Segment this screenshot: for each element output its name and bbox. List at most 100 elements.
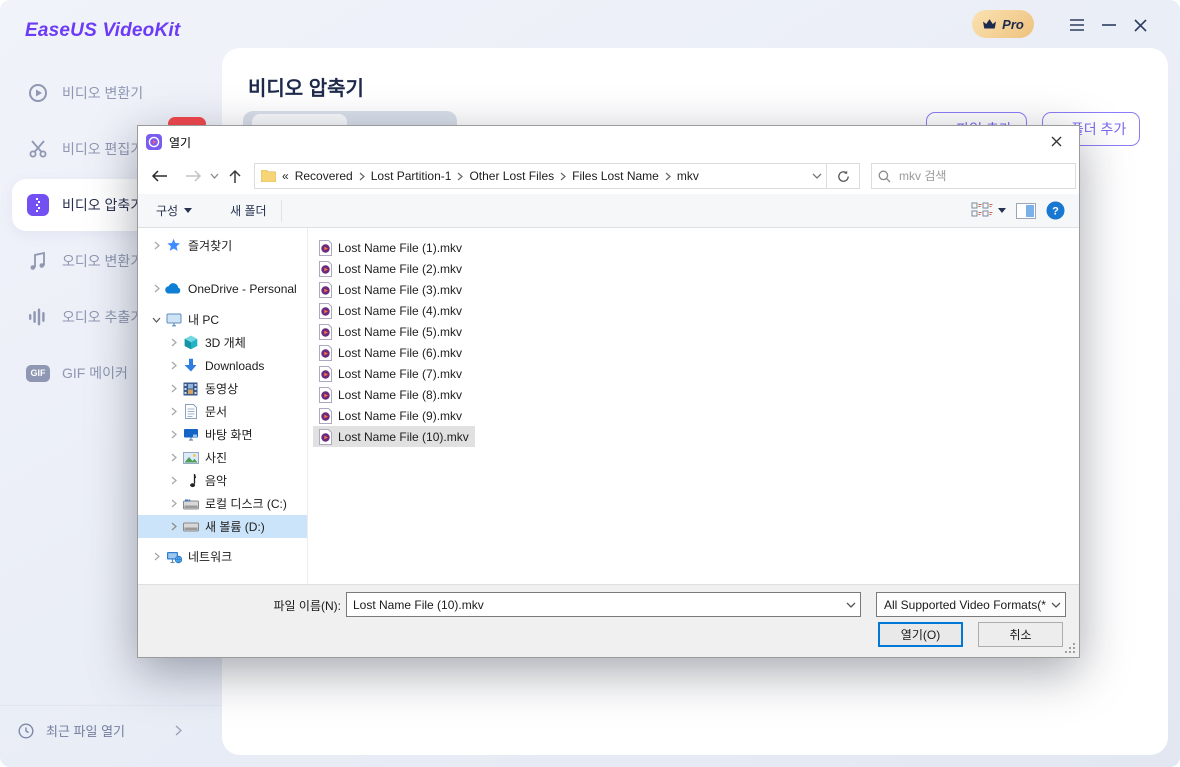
breadcrumb[interactable]: « Recovered Lost Partition-1 Other Lost … bbox=[254, 163, 827, 189]
expand-icon[interactable] bbox=[165, 476, 182, 485]
svg-text:?: ? bbox=[1052, 206, 1059, 218]
toolbar-divider bbox=[281, 200, 282, 222]
breadcrumb-item[interactable]: Recovered bbox=[295, 169, 353, 183]
mkv-file-icon bbox=[319, 282, 332, 298]
organize-label: 구성 bbox=[156, 202, 178, 219]
disk-icon bbox=[182, 519, 199, 535]
breadcrumb-prefix[interactable]: « bbox=[282, 169, 289, 183]
search-box[interactable] bbox=[871, 163, 1076, 189]
picture-icon bbox=[182, 450, 199, 466]
file-item[interactable]: Lost Name File (4).mkv bbox=[313, 300, 468, 321]
recent-locations-icon[interactable] bbox=[206, 163, 222, 189]
tree-item-local-disk-c[interactable]: 로컬 디스크 (C:) bbox=[138, 492, 307, 515]
preview-pane-icon[interactable] bbox=[1016, 203, 1036, 219]
tree-item-quick-access[interactable]: 즐겨찾기 bbox=[138, 234, 307, 257]
expand-icon[interactable] bbox=[165, 453, 182, 462]
close-icon[interactable] bbox=[1129, 14, 1151, 36]
expand-icon[interactable] bbox=[165, 407, 182, 416]
chevron-down-icon[interactable] bbox=[842, 602, 860, 608]
expand-icon[interactable] bbox=[165, 361, 182, 370]
tree-item-documents[interactable]: 문서 bbox=[138, 400, 307, 423]
breadcrumb-item[interactable]: Lost Partition-1 bbox=[371, 169, 452, 183]
folder-tree: 즐겨찾기 OneDrive - Personal 내 PC 3D 개체 bbox=[138, 228, 308, 584]
expand-icon[interactable] bbox=[165, 522, 182, 531]
filename-input[interactable] bbox=[347, 598, 842, 612]
expand-icon[interactable] bbox=[165, 338, 182, 347]
search-input[interactable] bbox=[899, 169, 1069, 183]
tree-item-downloads[interactable]: Downloads bbox=[138, 354, 307, 377]
file-item[interactable]: Lost Name File (7).mkv bbox=[313, 363, 468, 384]
minimize-icon[interactable] bbox=[1098, 14, 1120, 36]
file-item[interactable]: Lost Name File (9).mkv bbox=[313, 405, 468, 426]
crown-icon bbox=[982, 18, 997, 30]
refresh-icon[interactable] bbox=[827, 163, 860, 189]
tree-item-videos[interactable]: 동영상 bbox=[138, 377, 307, 400]
cancel-button[interactable]: 취소 bbox=[978, 622, 1063, 647]
tree-item-music[interactable]: 음악 bbox=[138, 469, 307, 492]
file-item[interactable]: Lost Name File (1).mkv bbox=[313, 237, 468, 258]
download-icon bbox=[182, 358, 199, 374]
file-item[interactable]: Lost Name File (3).mkv bbox=[313, 279, 468, 300]
new-folder-button[interactable]: 새 폴더 bbox=[220, 194, 276, 227]
mkv-file-icon bbox=[319, 261, 332, 277]
sidebar-item-label: 비디오 압축기 bbox=[62, 195, 143, 215]
tree-item-pictures[interactable]: 사진 bbox=[138, 446, 307, 469]
view-mode-icon[interactable] bbox=[971, 202, 1006, 220]
collapse-icon[interactable] bbox=[148, 317, 165, 323]
tree-item-desktop[interactable]: 바탕 화면 bbox=[138, 423, 307, 446]
breadcrumb-item[interactable]: Other Lost Files bbox=[469, 169, 554, 183]
pc-icon bbox=[165, 312, 182, 328]
breadcrumb-item[interactable]: Files Lost Name bbox=[572, 169, 659, 183]
forward-icon[interactable] bbox=[180, 163, 206, 189]
mkv-file-icon bbox=[319, 366, 332, 382]
chevron-down-icon bbox=[1051, 602, 1061, 608]
scissors-icon bbox=[26, 137, 50, 161]
breadcrumb-item[interactable]: mkv bbox=[677, 169, 699, 183]
expand-icon[interactable] bbox=[148, 241, 165, 250]
tree-item-this-pc[interactable]: 내 PC bbox=[138, 308, 307, 331]
sidebar-item-label: 비디오 변환기 bbox=[62, 83, 143, 103]
expand-icon[interactable] bbox=[165, 384, 182, 393]
filetype-select[interactable]: All Supported Video Formats(* bbox=[876, 592, 1066, 617]
pro-button[interactable]: Pro bbox=[972, 10, 1034, 38]
menu-icon[interactable] bbox=[1066, 14, 1088, 36]
sound-wave-icon bbox=[26, 305, 50, 329]
open-button[interactable]: 열기(O) bbox=[878, 622, 963, 647]
recent-files-button[interactable]: 최근 파일 열기 bbox=[0, 705, 222, 755]
breadcrumb-separator-icon bbox=[457, 172, 463, 181]
sidebar-item-label: 비디오 편집기 bbox=[62, 139, 143, 159]
breadcrumb-dropdown-icon[interactable] bbox=[812, 173, 822, 179]
cloud-icon bbox=[165, 281, 182, 297]
network-icon bbox=[165, 549, 182, 565]
up-icon[interactable] bbox=[222, 163, 248, 189]
expand-icon[interactable] bbox=[165, 499, 182, 508]
dialog-titlebar[interactable]: 열기 bbox=[138, 126, 1079, 158]
expand-icon[interactable] bbox=[148, 284, 165, 293]
back-icon[interactable] bbox=[146, 163, 172, 189]
pro-label: Pro bbox=[1002, 17, 1024, 32]
expand-icon[interactable] bbox=[165, 430, 182, 439]
resize-grip[interactable] bbox=[1065, 643, 1076, 654]
gif-badge-text: GIF bbox=[26, 365, 50, 382]
help-icon[interactable]: ? bbox=[1046, 201, 1065, 220]
organize-button[interactable]: 구성 bbox=[146, 194, 202, 227]
videokit-app-icon bbox=[146, 134, 162, 150]
file-item[interactable]: Lost Name File (8).mkv bbox=[313, 384, 468, 405]
gif-badge-icon: GIF bbox=[26, 361, 50, 385]
tree-item-onedrive[interactable]: OneDrive - Personal bbox=[138, 277, 307, 300]
dialog-navigation-bar: « Recovered Lost Partition-1 Other Lost … bbox=[138, 158, 1079, 194]
sidebar-item-label: GIF 메이커 bbox=[62, 363, 128, 383]
file-item[interactable]: Lost Name File (6).mkv bbox=[313, 342, 468, 363]
tree-item-new-volume-d[interactable]: 새 볼륨 (D:) bbox=[138, 515, 307, 538]
disk-icon bbox=[182, 496, 199, 512]
file-item[interactable]: Lost Name File (2).mkv bbox=[313, 258, 468, 279]
tree-item-network[interactable]: 네트워크 bbox=[138, 545, 307, 568]
file-item-selected[interactable]: Lost Name File (10).mkv bbox=[313, 426, 475, 447]
dialog-close-icon[interactable] bbox=[1034, 126, 1079, 156]
expand-icon[interactable] bbox=[148, 552, 165, 561]
filename-combo bbox=[346, 592, 861, 617]
sidebar-item-video-converter[interactable]: 비디오 변환기 bbox=[12, 67, 222, 119]
tree-item-3d-objects[interactable]: 3D 개체 bbox=[138, 331, 307, 354]
file-item[interactable]: Lost Name File (5).mkv bbox=[313, 321, 468, 342]
breadcrumb-separator-icon bbox=[560, 172, 566, 181]
